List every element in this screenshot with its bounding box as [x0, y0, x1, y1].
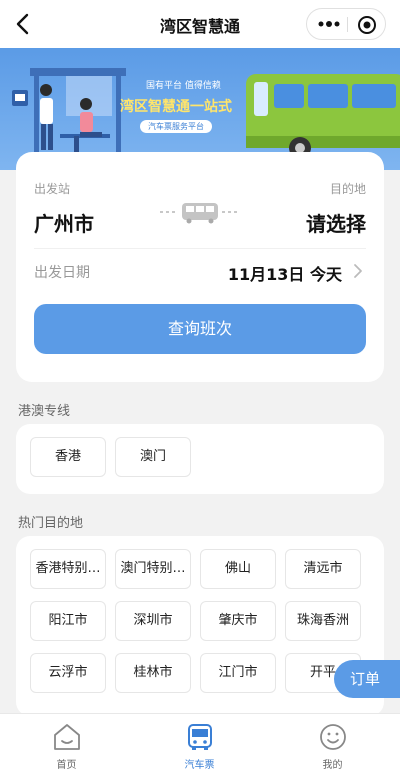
card-divider	[34, 248, 366, 249]
from-city[interactable]: 广州市	[34, 208, 94, 237]
tab-bus-ticket[interactable]: 汽车票	[133, 714, 266, 771]
date-value[interactable]: 11月13日 今天	[228, 261, 342, 285]
to-city[interactable]: 请选择	[306, 208, 366, 237]
hk-macau-card: 香港 澳门	[16, 424, 384, 494]
tab-home[interactable]: 首页	[0, 714, 133, 771]
home-icon	[54, 724, 80, 750]
more-icon[interactable]	[317, 17, 341, 31]
smile-icon	[320, 724, 346, 750]
from-label: 出发站	[34, 182, 71, 196]
chevron-right-icon[interactable]	[352, 263, 364, 279]
tab-bus-ticket-label: 汽车票	[184, 760, 215, 771]
date-label: 出发日期	[34, 265, 90, 281]
destination-chip[interactable]: 澳门特别…	[115, 549, 191, 589]
swap-bus-icon[interactable]	[160, 200, 240, 224]
hk-macau-chip[interactable]: 澳门	[115, 437, 191, 477]
banner-subtitle: 国有平台 值得信赖	[146, 81, 221, 91]
title-bar: 湾区智慧通	[0, 0, 400, 48]
tab-home-label: 首页	[56, 760, 77, 771]
destination-chip[interactable]: 阳江市	[30, 601, 106, 641]
to-label: 目的地	[329, 182, 366, 196]
query-button[interactable]: 查询班次	[34, 304, 366, 354]
hot-destinations-card: 香港特别… 澳门特别… 佛山 清远市 阳江市 深圳市 肇庆市 珠海香洲 云浮市 …	[16, 536, 384, 716]
order-button[interactable]: 订单	[334, 660, 400, 698]
destination-chip[interactable]: 香港特别…	[30, 549, 106, 589]
close-target-icon[interactable]	[357, 15, 377, 35]
hk-macau-chip[interactable]: 香港	[30, 437, 106, 477]
tab-mine-label: 我的	[322, 760, 343, 771]
bus-icon	[188, 724, 212, 750]
destination-chip[interactable]: 肇庆市	[200, 601, 276, 641]
destination-chip[interactable]: 江门市	[200, 653, 276, 693]
search-card: 出发站 目的地 广州市 请选择 出发日期 11月13日 今天 查询班次	[16, 152, 384, 382]
destination-chip[interactable]: 清远市	[285, 549, 361, 589]
destination-chip[interactable]: 佛山	[200, 549, 276, 589]
destination-chip[interactable]: 桂林市	[115, 653, 191, 693]
banner-pill: 汽车票服务平台	[140, 120, 212, 133]
banner-title: 湾区智慧通一站式	[120, 99, 232, 115]
mini-program-capsule	[306, 8, 386, 40]
capsule-divider	[347, 17, 348, 32]
destination-chip[interactable]: 珠海香洲	[285, 601, 361, 641]
tab-mine[interactable]: 我的	[266, 714, 399, 771]
hk-macau-title: 港澳专线	[18, 404, 71, 419]
hot-destinations-title: 热门目的地	[18, 516, 84, 531]
destination-chip[interactable]: 深圳市	[115, 601, 191, 641]
destination-chip[interactable]: 云浮市	[30, 653, 106, 693]
tab-bar: 首页 汽车票 我的	[0, 713, 400, 771]
